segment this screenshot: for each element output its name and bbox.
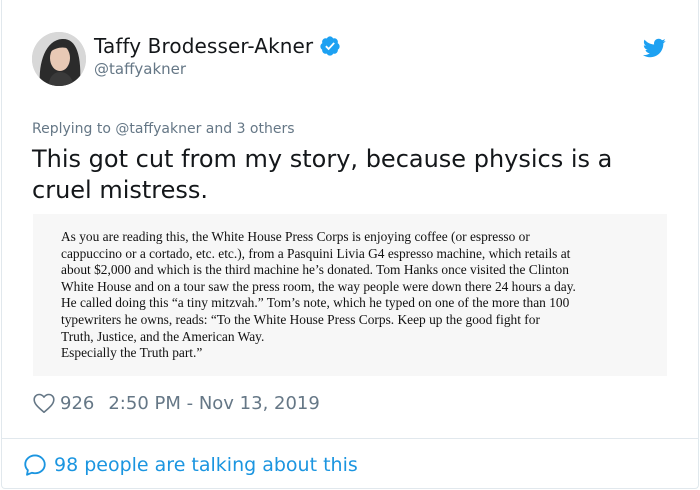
clipping-line: He called doing this “a tiny mitzvah.” T… [61,295,570,311]
clipping-line: typewriters he owns, reads: “To the Whit… [61,311,540,327]
heart-icon[interactable] [32,391,56,415]
reply-others-link[interactable]: and 3 others [206,121,295,137]
verified-badge-icon [319,35,341,57]
clipping-text: As you are reading this, the White House… [61,229,651,362]
tweet-text-line-2: cruel mistress. [32,176,209,204]
display-name[interactable]: Taffy Brodesser-Akner [94,34,313,58]
replying-to: Replying to @taffyakner and 3 others [32,121,295,137]
clipping-line: Truth, Justice, and the American Way. [61,328,265,344]
talking-about-label: 98 people are talking about this [54,454,358,476]
handle[interactable]: @taffyakner [94,60,186,78]
speech-bubble-icon [22,452,48,478]
avatar[interactable] [32,32,86,86]
timestamp-link[interactable]: 2:50 PM - Nov 13, 2019 [108,393,319,414]
reply-mention-link[interactable]: @taffyakner [115,121,201,137]
talking-about-link[interactable]: 98 people are talking about this [22,452,358,478]
tweet-meta: 926 2:50 PM - Nov 13, 2019 [32,390,320,416]
clipping-line: As you are reading this, the White House… [61,229,530,244]
clipping-line: Especially the Truth part.” [61,345,203,361]
divider [1,438,698,439]
clipping-line: about $2,000 and which is the third mach… [61,262,569,278]
attached-image[interactable]: As you are reading this, the White House… [33,214,667,376]
reply-prefix: Replying to [32,121,111,137]
clipping-line: White House and on a tour saw the press … [61,278,576,294]
name-row: Taffy Brodesser-Akner [94,34,341,58]
like-count[interactable]: 926 [60,393,94,414]
tweet-text: This got cut from my story, because phys… [32,144,652,206]
twitter-bird-icon[interactable] [642,36,666,60]
clipping-line: cappuccino or a cortado, etc. etc.), fro… [61,245,571,261]
tweet-text-line-1: This got cut from my story, because phys… [32,145,613,173]
tweet-header: Taffy Brodesser-Akner @taffyakner [32,32,672,88]
